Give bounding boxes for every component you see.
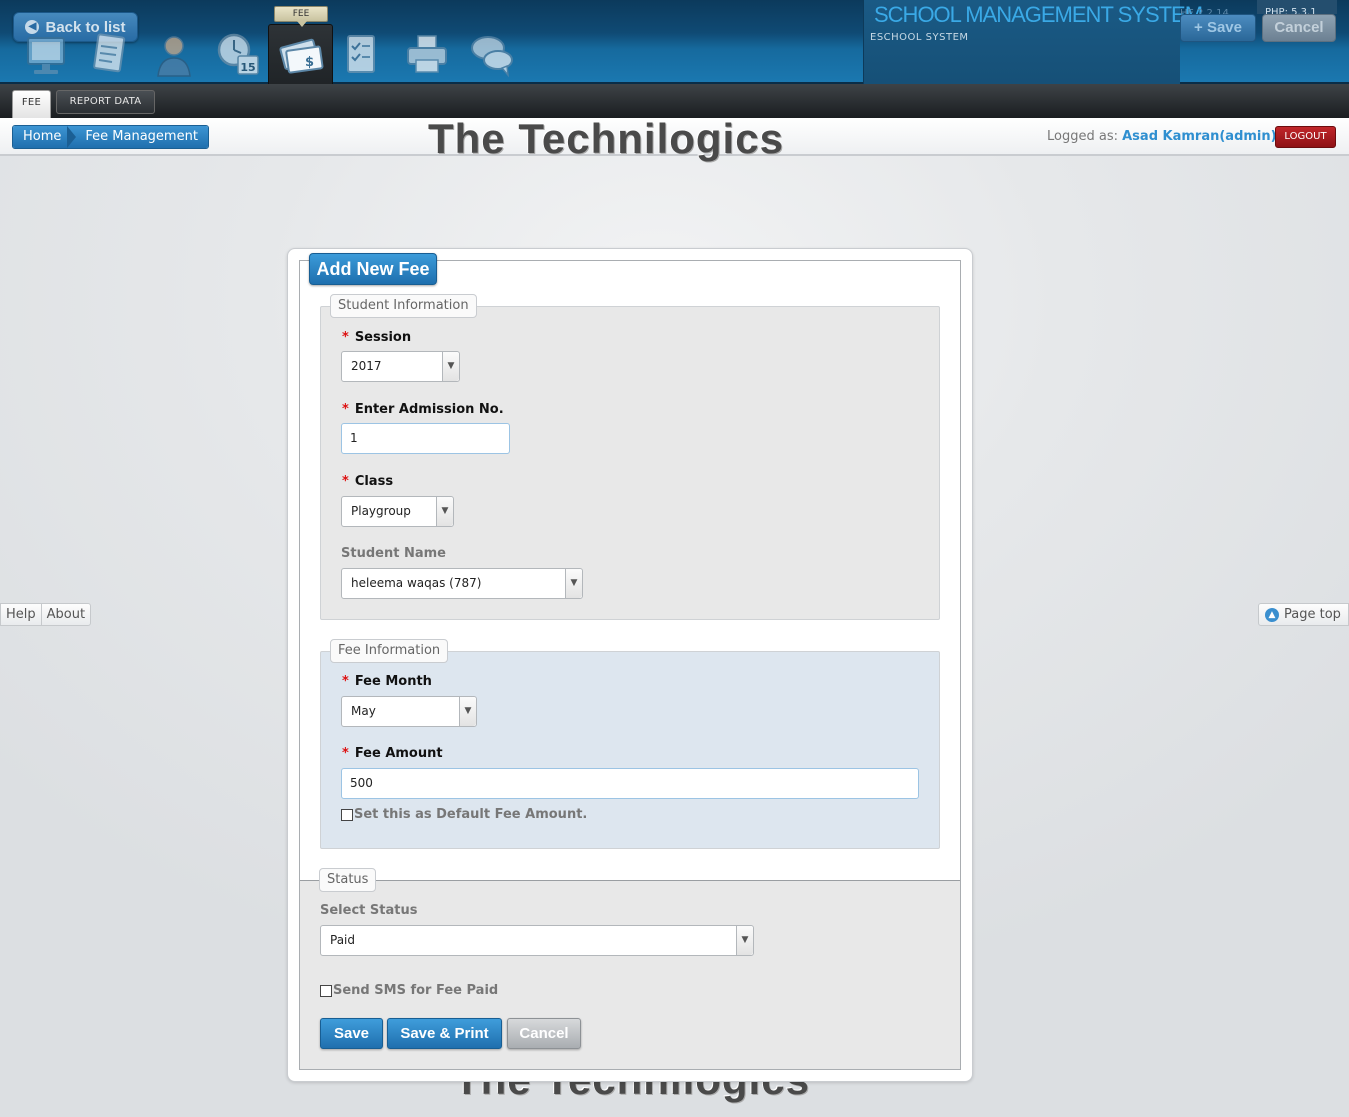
class-label: * Class bbox=[342, 474, 393, 489]
page-top-label: Page top bbox=[1284, 607, 1341, 622]
logged-in-info: Logged as: Asad Kamran(admin) bbox=[1047, 129, 1277, 144]
about-link[interactable]: About bbox=[40, 604, 90, 625]
send-sms-checkbox[interactable] bbox=[320, 984, 332, 997]
fee-icon: $ bbox=[279, 38, 324, 74]
chevron-down-icon: ▼ bbox=[736, 926, 753, 955]
student-name-label: Student Name bbox=[341, 546, 446, 561]
required-star: * bbox=[342, 474, 349, 489]
chevron-down-icon: ▼ bbox=[565, 569, 582, 598]
required-star: * bbox=[342, 330, 349, 345]
status-value: Paid bbox=[330, 933, 356, 947]
toolbar-save-button[interactable]: + Save bbox=[1180, 14, 1256, 42]
logged-prefix: Logged as: bbox=[1047, 129, 1118, 144]
student-information-legend: Student Information bbox=[330, 294, 477, 318]
calendar-clock-icon[interactable]: 15 bbox=[214, 30, 262, 78]
tab-report-data[interactable]: REPORT DATA bbox=[56, 90, 155, 114]
chevron-down-icon: ▼ bbox=[442, 352, 459, 381]
required-star: * bbox=[342, 674, 349, 689]
fee-month-label-text: Fee Month bbox=[354, 674, 432, 689]
class-select[interactable]: Playgroup ▼ bbox=[341, 496, 454, 527]
page-top-button[interactable]: ▲ Page top bbox=[1258, 603, 1349, 626]
monitor-icon[interactable] bbox=[22, 30, 70, 78]
notepad-icon[interactable] bbox=[86, 30, 134, 78]
chevron-down-icon: ▼ bbox=[436, 497, 453, 526]
session-select[interactable]: 2017 ▼ bbox=[341, 351, 460, 382]
breadcrumb: Home Fee Management bbox=[12, 125, 209, 149]
fee-amount-input[interactable]: 500 bbox=[341, 768, 919, 799]
cancel-button[interactable]: Cancel bbox=[507, 1018, 581, 1049]
default-fee-checkbox[interactable] bbox=[341, 808, 353, 821]
required-star: * bbox=[342, 402, 349, 417]
app-title: SCHOOL MANAGEMENT SYSTEM bbox=[874, 2, 1203, 27]
required-star: * bbox=[342, 746, 349, 761]
class-value: Playgroup bbox=[351, 504, 411, 518]
form-title: Add New Fee bbox=[309, 253, 437, 285]
help-link[interactable]: Help bbox=[1, 604, 41, 625]
php-version-badge: PHP: 5.3.1 bbox=[1257, 0, 1337, 18]
user-name-link[interactable]: Asad Kamran(admin) bbox=[1122, 129, 1276, 144]
fee-month-value: May bbox=[351, 704, 376, 718]
session-value: 2017 bbox=[351, 359, 382, 373]
fee-information-legend: Fee Information bbox=[330, 639, 449, 663]
student-name-select[interactable]: heleema waqas (787) ▼ bbox=[341, 568, 583, 599]
breadcrumb-current[interactable]: Fee Management bbox=[75, 126, 208, 148]
chat-icon[interactable] bbox=[468, 30, 516, 78]
fee-month-select[interactable]: May ▼ bbox=[341, 696, 477, 727]
session-label-text: Session bbox=[354, 330, 412, 345]
watermark-text: The Technilogics bbox=[428, 115, 784, 162]
svg-text:$: $ bbox=[305, 55, 314, 70]
top-toolbar: ◀ Back to list 15 $ FEE SCHOOL MANAGEMEN… bbox=[0, 0, 1349, 96]
session-label: * Session bbox=[342, 330, 411, 345]
tab-fee[interactable]: FEE bbox=[12, 90, 51, 118]
save-button[interactable]: Save bbox=[320, 1018, 383, 1049]
fee-amount-label-text: Fee Amount bbox=[354, 746, 443, 761]
breadcrumb-home[interactable]: Home bbox=[13, 126, 77, 148]
chevron-down-icon: ▼ bbox=[459, 697, 476, 726]
fee-month-label: * Fee Month bbox=[342, 674, 432, 689]
admission-no-input[interactable]: 1 bbox=[341, 423, 510, 454]
active-module-flag: FEE bbox=[274, 6, 328, 27]
side-tools: Help About bbox=[0, 603, 92, 626]
brand-box: SCHOOL MANAGEMENT SYSTEM ESCHOOL SYSTEM bbox=[863, 0, 1203, 84]
status-select[interactable]: Paid ▼ bbox=[320, 925, 754, 956]
status-legend: Status bbox=[319, 868, 377, 892]
user-icon[interactable] bbox=[150, 30, 198, 78]
default-fee-row: Set this as Default Fee Amount. bbox=[341, 807, 587, 822]
toolbar-cancel-button[interactable]: Cancel bbox=[1262, 14, 1336, 42]
checklist-icon[interactable] bbox=[340, 30, 388, 78]
select-status-label: Select Status bbox=[320, 903, 418, 918]
student-name-value: heleema waqas (787) bbox=[351, 576, 482, 590]
save-and-print-button[interactable]: Save & Print bbox=[387, 1018, 502, 1049]
send-sms-row: Send SMS for Fee Paid bbox=[320, 983, 498, 998]
class-label-text: Class bbox=[354, 474, 394, 489]
fee-amount-label: * Fee Amount bbox=[342, 746, 443, 761]
default-fee-label: Set this as Default Fee Amount. bbox=[354, 807, 588, 822]
admission-label: * Enter Admission No. bbox=[342, 402, 504, 417]
printer-icon[interactable] bbox=[404, 30, 452, 78]
send-sms-label: Send SMS for Fee Paid bbox=[333, 983, 499, 998]
app-subtitle: ESCHOOL SYSTEM bbox=[870, 32, 969, 43]
arrow-up-icon: ▲ bbox=[1265, 607, 1279, 622]
logout-button[interactable]: LOGOUT bbox=[1275, 126, 1336, 148]
admission-label-text: Enter Admission No. bbox=[354, 402, 504, 417]
svg-text:15: 15 bbox=[240, 61, 255, 74]
tab-bar: FEE REPORT DATA bbox=[0, 84, 1349, 118]
